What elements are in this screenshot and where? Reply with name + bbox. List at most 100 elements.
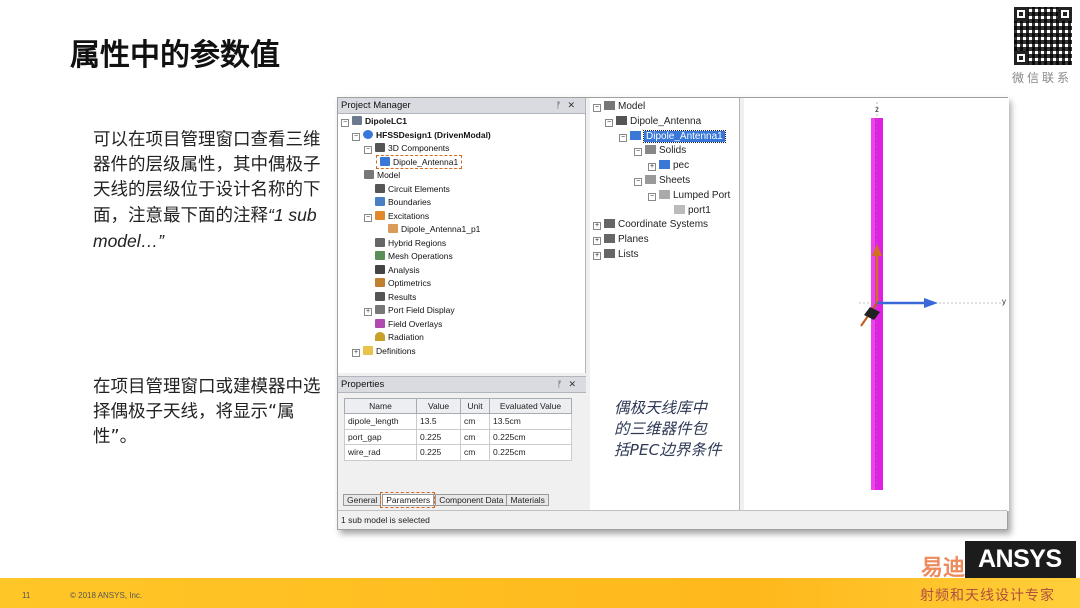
collapse-icon[interactable]: − [605,118,613,127]
close-icon[interactable]: ✕ [568,379,582,389]
tree-item-analysis[interactable]: Analysis [338,264,585,278]
tree-item-field-overlays[interactable]: Field Overlays [338,318,585,332]
tree-item-sheets[interactable]: − Sheets [590,174,739,189]
page-title: 属性中的参数值 [70,38,280,73]
tree-item-optimetrics[interactable]: Optimetrics [338,277,585,291]
tree-item-circuit-elements[interactable]: Circuit Elements [338,183,585,197]
properties-table[interactable]: Name Value Unit Evaluated Value dipole_l… [344,398,572,461]
cell-unit[interactable]: cm [460,428,490,445]
pin-icon[interactable]: ᚠ [556,100,567,110]
field-overlays-icon [375,318,385,328]
tree-item-lumped-port[interactable]: − Lumped Port [590,189,739,204]
collapse-icon[interactable]: − [648,192,656,201]
pane-pin-close-icons[interactable]: ᚠ✕ [557,377,582,392]
tab-materials[interactable]: Materials [506,494,549,506]
table-row[interactable]: dipole_length 13.5 cm 13.5cm [344,413,572,430]
tree-item-pec[interactable]: + pec [590,159,739,174]
components-icon [375,143,385,152]
tree-item-label: Radiation [388,332,424,342]
tree-item-hybrid-regions[interactable]: Hybrid Regions [338,237,585,251]
expand-icon[interactable]: + [364,308,372,316]
properties-pane[interactable]: Properties ᚠ✕ Name Value Unit Evaluated … [338,376,586,511]
sheet-icon [674,204,685,214]
table-row[interactable]: wire_rad 0.225 cm 0.225cm [344,444,572,461]
cell-unit[interactable]: cm [460,413,490,430]
tree-item-label: Model [377,170,401,180]
hfss-screenshot: Project Manager ᚠ✕ − DipoleLC1 − HFSSDesig… [337,97,1009,530]
modeler-viewport[interactable]: z y [744,98,1009,511]
collapse-icon[interactable]: − [593,104,601,112]
tree-item-dipole-antenna1[interactable]: − Dipole_Antenna1 [590,129,739,145]
cell-value[interactable]: 0.225 [416,444,461,461]
column-header: Name [344,398,417,414]
port-icon [388,224,398,233]
tree-item-label: Planes [618,234,649,246]
tree-item-label: DipoleLC1 [365,116,408,126]
collapse-icon[interactable]: − [619,133,627,142]
collapse-icon[interactable]: − [634,148,642,157]
tree-item-project[interactable]: − DipoleLC1 [338,115,585,129]
tab-component-data[interactable]: Component Data [435,494,508,506]
collapse-icon[interactable]: − [364,213,372,222]
expand-icon[interactable]: + [593,222,601,231]
tree-item-planes[interactable]: + Planes [590,233,739,248]
tree-item-lists[interactable]: + Lists [590,248,739,263]
column-header: Unit [460,398,490,414]
tree-item-model[interactable]: − Model [590,100,739,115]
table-row[interactable]: port_gap 0.225 cm 0.225cm [344,428,572,445]
pin-icon[interactable]: ᚠ [557,379,568,389]
collapse-icon[interactable]: − [352,132,360,141]
tree-item-dipole-antenna[interactable]: − Dipole_Antenna [590,115,739,130]
excitations-icon [375,210,385,220]
tree-item-solids[interactable]: − Solids [590,144,739,159]
collapse-icon[interactable]: − [364,146,372,154]
tree-item-definitions[interactable]: + Definitions [338,345,585,359]
tree-item-3d-components[interactable]: − 3D Components [338,142,585,156]
copyright: © 2018 ANSYS, Inc. [70,591,143,600]
tree-item-label: Boundaries [388,197,432,207]
page-number: 11 [22,591,31,600]
pane-pin-close-icons[interactable]: ᚠ✕ [556,98,581,113]
close-icon[interactable]: ✕ [567,100,581,110]
tree-item-port1[interactable]: port1 [590,204,739,219]
tree-item-coordinate-systems[interactable]: + Coordinate Systems [590,218,739,233]
collapse-icon[interactable]: − [634,177,642,186]
properties-tabs[interactable]: General Parameters Component Data Materials [343,492,549,508]
tree-item-excitations[interactable]: − Excitations [338,210,585,224]
cell-unit[interactable]: cm [460,444,490,461]
tree-item-radiation[interactable]: Radiation [338,331,585,345]
tree-item-label: Lumped Port [673,189,731,201]
tree-item-label: Dipole_Antenna1_p1 [401,224,481,234]
tree-item-design[interactable]: − HFSSDesign1 (DrivenModal) [338,129,585,143]
tree-item-results[interactable]: Results [338,291,585,305]
expand-icon[interactable]: + [352,348,360,357]
tree-item-label: Solids [659,145,687,157]
tab-parameters[interactable]: Parameters [382,494,435,506]
tree-item-label: Excitations [388,210,430,221]
dipole-3d-view: z y [859,102,1006,490]
watermark-logo: 易迪 [921,556,966,581]
tree-item-model[interactable]: Model [338,169,585,183]
project-tree[interactable]: − DipoleLC1 − HFSSDesign1 (DrivenModal) −3… [338,114,585,358]
tree-item-port[interactable]: Dipole_Antenna1_p1 [338,223,585,237]
tree-item-port-field-display[interactable]: + Port Field Display [338,304,585,318]
hybrid-icon [375,237,385,247]
qr-code-icon [1012,5,1074,67]
circuit-icon [375,183,385,193]
project-manager-pane[interactable]: Project Manager ᚠ✕ − DipoleLC1 − HFSSDesig… [338,98,586,373]
expand-icon[interactable]: + [648,163,656,172]
model-icon [604,101,615,110]
annotation-line: 括PEC边界条件 [614,441,722,459]
tree-item-label: Hybrid Regions [388,237,447,248]
solids-icon [645,145,656,155]
tab-general[interactable]: General [343,494,382,506]
footer-bar [0,578,1080,608]
collapse-icon[interactable]: − [341,119,349,127]
expand-icon[interactable]: + [593,237,601,246]
tree-item-dipole-antenna1[interactable]: Dipole_Antenna1 [338,154,585,170]
tree-item-boundaries[interactable]: Boundaries [338,196,585,210]
expand-icon[interactable]: + [593,251,601,260]
cell-value[interactable]: 0.225 [416,428,461,445]
tree-item-mesh-operations[interactable]: Mesh Operations [338,250,585,264]
cell-value[interactable]: 13.5 [416,413,461,430]
